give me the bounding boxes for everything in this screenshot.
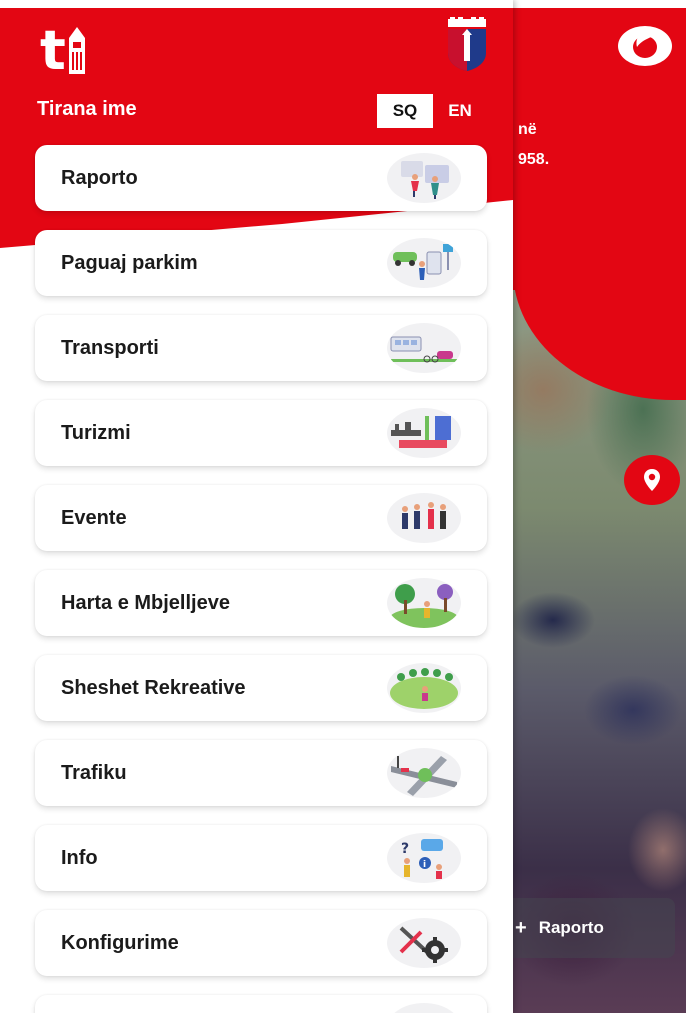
menu-item-harta-e-mbjelljeve[interactable]: Harta e Mbjelljeve xyxy=(35,570,487,636)
events-illustration-icon xyxy=(387,493,461,543)
background-text-line2: 958. xyxy=(518,151,550,168)
menu-item-partial[interactable] xyxy=(35,995,487,1013)
recreation-illustration-icon xyxy=(387,663,461,713)
menu-item-label: Raporto xyxy=(61,166,138,189)
app-title: Tirana ime xyxy=(37,98,137,120)
menu-item-label: Evente xyxy=(61,506,127,529)
menu-item-label: Konfigurime xyxy=(61,931,179,954)
menu-item-sheshet-rekreative[interactable]: Sheshet Rekreative xyxy=(35,655,487,721)
menu-item-info[interactable]: Info ? i xyxy=(35,825,487,891)
menu-item-label: Turizmi xyxy=(61,421,131,444)
menu-item-turizmi[interactable]: Turizmi xyxy=(35,400,487,466)
report-illustration-icon xyxy=(387,153,461,203)
report-floating-label: Raporto xyxy=(538,918,604,937)
location-pin-button[interactable] xyxy=(624,455,680,505)
tirana-ime-logo: t xyxy=(40,20,88,78)
language-option-sq[interactable]: SQ xyxy=(377,94,433,128)
clock-tower-icon xyxy=(68,27,85,74)
menu-item-transporti[interactable]: Transporti xyxy=(35,315,487,381)
traffic-illustration-icon xyxy=(387,748,461,798)
menu-item-label: Sheshet Rekreative xyxy=(61,676,246,699)
menu-item-paguaj-parkim[interactable]: Paguaj parkim xyxy=(35,230,487,296)
svg-text:i: i xyxy=(423,860,426,870)
settings-illustration-icon xyxy=(387,918,461,968)
menu-item-label: Transporti xyxy=(61,336,159,359)
menu-item-raporto[interactable]: Raporto xyxy=(35,145,487,211)
coat-of-arms-icon xyxy=(448,17,486,71)
menu-item-konfigurime[interactable]: Konfigurime xyxy=(35,910,487,976)
menu-item-label: Info xyxy=(61,846,98,869)
planting-map-illustration-icon xyxy=(387,578,461,628)
menu-item-label: Paguaj parkim xyxy=(61,251,198,274)
navigation-drawer: t Tirana ime SQ EN Raporto Paguaj parkim… xyxy=(0,0,513,1013)
language-option-en[interactable]: EN xyxy=(440,94,480,128)
menu-item-trafiku[interactable]: Trafiku xyxy=(35,740,487,806)
plus-icon: + xyxy=(515,916,527,939)
report-floating-button[interactable]: + Raporto xyxy=(505,898,675,958)
location-pin-icon xyxy=(644,469,660,491)
menu-item-evente[interactable]: Evente xyxy=(35,485,487,551)
report-illustration-icon xyxy=(387,1003,461,1013)
vodafone-logo-icon xyxy=(618,26,672,66)
background-text-line1: në xyxy=(518,121,537,138)
menu-item-label: Trafiku xyxy=(61,761,127,784)
tourism-illustration-icon xyxy=(387,408,461,458)
menu-item-label: Harta e Mbjelljeve xyxy=(61,591,230,614)
parking-illustration-icon xyxy=(387,238,461,288)
info-illustration-icon: ? i xyxy=(387,833,461,883)
transport-illustration-icon xyxy=(387,323,461,373)
svg-text:?: ? xyxy=(401,841,409,857)
